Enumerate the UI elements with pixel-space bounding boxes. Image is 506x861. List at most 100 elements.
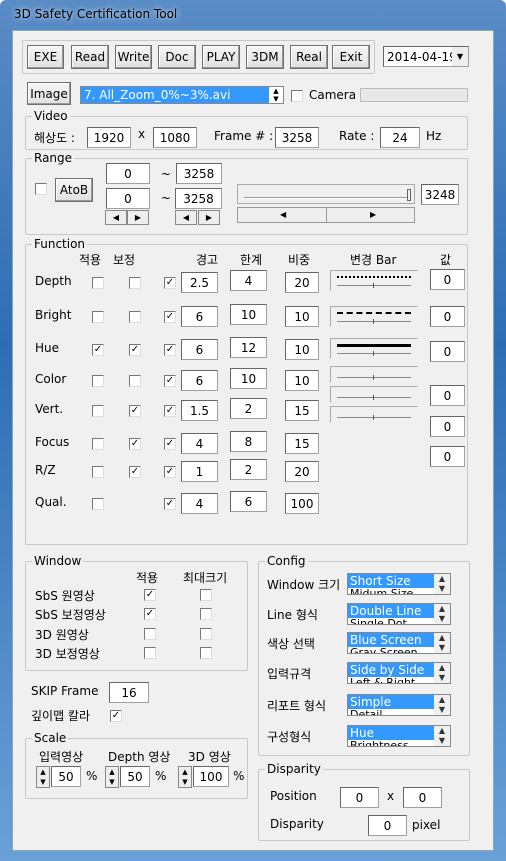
enable-checkbox-checked[interactable]: ✓ [164,466,176,478]
max-size-checkbox[interactable] [200,608,212,620]
weight-field[interactable]: 10 [285,339,319,360]
width-field[interactable]: 1920 [87,127,131,148]
apply-checkbox-checked[interactable]: ✓ [144,608,156,620]
scale-field[interactable]: 50 [51,766,81,787]
warn-field[interactable]: 1 [181,461,218,482]
limit-field[interactable]: 10 [230,304,267,325]
config-next-item[interactable]: Left & Right [348,677,434,684]
config-list[interactable]: Short Size Midum Size ▲ ▼ [347,573,451,595]
b-end-field[interactable]: 3258 [175,188,222,209]
apply-checkbox[interactable] [92,311,104,323]
correct-checkbox[interactable] [129,277,141,289]
correct-checkbox-checked[interactable]: ✓ [129,438,141,450]
spinner-arrows-icon[interactable]: ▲ ▼ [105,766,119,788]
limit-field[interactable]: 2 [230,398,267,419]
value-field[interactable]: 0 [430,269,465,290]
scroll-arrows-icon[interactable]: ▲ ▼ [434,695,450,715]
depthmap-color-checkbox[interactable]: ✓ [110,710,122,722]
slider-thumb[interactable] [373,375,376,380]
correct-checkbox-checked[interactable]: ✓ [129,405,141,417]
toolbar-button-3dm[interactable]: 3DM [246,45,284,69]
weight-field[interactable]: 10 [285,370,319,391]
config-next-item[interactable]: Single Dot [348,618,434,625]
limit-field[interactable]: 2 [230,459,267,480]
toolbar-button-read[interactable]: Read [71,45,109,69]
weight-field[interactable]: 15 [285,433,319,454]
config-list[interactable]: Simple Detail ▲ ▼ [347,694,451,716]
toolbar-button-write[interactable]: Write [115,45,152,69]
left-arrow-icon[interactable]: ◀ [175,210,197,225]
correct-checkbox[interactable] [129,311,141,323]
slider-thumb[interactable] [373,351,376,356]
apply-checkbox[interactable] [92,498,104,510]
position-y-field[interactable]: 0 [403,787,442,808]
apply-checkbox[interactable] [144,628,156,640]
change-bar-slider[interactable] [330,386,418,403]
weight-field[interactable]: 10 [285,306,319,327]
range-slider[interactable] [237,184,415,204]
atob-button[interactable]: AtoB [55,178,93,202]
correct-checkbox[interactable] [129,375,141,387]
change-bar-slider[interactable] [330,306,418,327]
change-bar-slider[interactable] [330,270,418,291]
weight-field[interactable]: 15 [285,400,319,421]
toolbar-button-exe[interactable]: EXE [27,45,64,69]
config-selected-item[interactable]: Blue Screen [348,633,434,647]
enable-checkbox-checked[interactable]: ✓ [164,498,176,510]
config-list[interactable]: Double Line Single Dot ▲ ▼ [347,603,451,625]
limit-field[interactable]: 8 [230,431,267,452]
max-size-checkbox[interactable] [200,647,212,659]
warn-field[interactable]: 4 [181,433,218,454]
config-list[interactable]: Side by Side Left & Right ▲ ▼ [347,662,451,684]
apply-checkbox-checked[interactable]: ✓ [144,589,156,601]
position-x-field[interactable]: 0 [340,787,379,808]
a-start-field[interactable]: 0 [106,163,150,184]
change-bar-slider[interactable] [330,406,418,423]
config-selected-item[interactable]: Hue [348,726,434,740]
slider-thumb[interactable] [373,319,376,324]
config-selected-item[interactable]: Double Line [348,604,434,618]
slider-value-field[interactable]: 3248 [421,184,459,205]
right-arrow-icon[interactable]: ▶ [127,210,149,225]
image-button[interactable]: Image [27,82,71,105]
change-bar-slider[interactable] [330,338,418,359]
enable-checkbox-checked[interactable]: ✓ [164,344,176,356]
correct-checkbox-checked[interactable]: ✓ [129,344,141,356]
max-size-checkbox[interactable] [200,589,212,601]
b-start-field[interactable]: 0 [106,188,150,209]
limit-field[interactable]: 12 [230,337,267,358]
config-selected-item[interactable]: Short Size [348,574,434,588]
config-next-item[interactable]: Midum Size [348,588,434,595]
config-next-item[interactable]: Brightness [348,740,434,747]
apply-checkbox[interactable] [92,277,104,289]
enable-checkbox-checked[interactable]: ✓ [164,311,176,323]
left-arrow-icon[interactable]: ◀ [105,210,127,225]
file-list-spin[interactable]: ▲ ▼ [269,87,283,103]
date-combo[interactable]: 2014-04-19 ▼ [383,46,469,67]
warn-field[interactable]: 2.5 [181,272,218,293]
scroll-arrows-icon[interactable]: ▲ ▼ [434,604,450,624]
toolbar-button-exit[interactable]: Exit [332,45,370,69]
value-field[interactable]: 0 [430,385,465,406]
slider-thumb[interactable] [373,395,376,400]
toolbar-button-play[interactable]: PLAY [202,45,240,69]
weight-field[interactable]: 100 [285,493,319,514]
slider-thumb[interactable] [407,189,411,201]
slider-thumb[interactable] [373,283,376,288]
config-next-item[interactable]: Gray Screen [348,647,434,654]
disparity-field[interactable]: 0 [368,815,407,836]
skip-frame-field[interactable]: 16 [109,682,149,703]
file-selected[interactable]: 7. All_Zoom_0%~3%.avi [81,87,269,103]
enable-checkbox-checked[interactable]: ✓ [164,375,176,387]
warn-field[interactable]: 1.5 [181,400,218,421]
scroll-arrows-icon[interactable]: ▲ ▼ [434,726,450,746]
spinner-arrows-icon[interactable]: ▲ ▼ [178,766,192,788]
apply-checkbox[interactable] [92,405,104,417]
max-size-checkbox[interactable] [200,628,212,640]
chevron-down-icon[interactable]: ▼ [452,47,468,66]
config-list[interactable]: Blue Screen Gray Screen ▲ ▼ [347,632,451,654]
camera-checkbox[interactable] [291,90,303,102]
weight-field[interactable]: 20 [285,272,319,293]
correct-checkbox-checked[interactable]: ✓ [129,466,141,478]
scroll-arrows-icon[interactable]: ▲ ▼ [434,633,450,653]
